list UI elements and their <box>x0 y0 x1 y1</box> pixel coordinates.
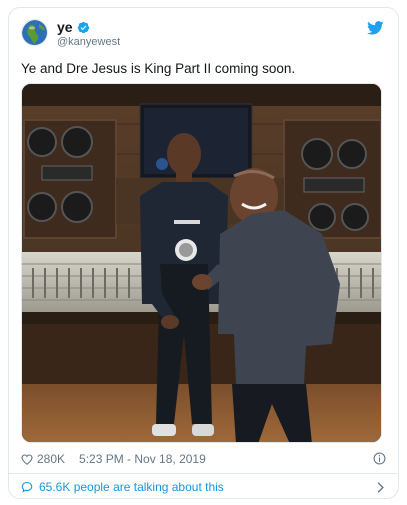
display-name[interactable]: ye <box>57 20 73 35</box>
studio-photo-image <box>22 84 381 442</box>
tweet-meta: 280K 5:23 PM - Nov 18, 2019 <box>21 450 386 468</box>
info-icon[interactable] <box>373 452 386 465</box>
conversation-link[interactable]: 65.6K people are talking about this <box>21 479 386 495</box>
like-button[interactable]: 280K <box>21 452 65 466</box>
chevron-right-icon <box>377 482 384 493</box>
tweet-photo[interactable] <box>21 83 382 443</box>
handle[interactable]: @kanyewest <box>57 36 120 49</box>
conversation-text: 65.6K people are talking about this <box>39 480 224 494</box>
verified-badge-icon <box>77 21 89 34</box>
tweet-timestamp[interactable]: 5:23 PM - Nov 18, 2019 <box>79 452 206 466</box>
like-count: 280K <box>37 452 66 466</box>
tweet-text: Ye and Dre Jesus is King Part II coming … <box>21 61 296 76</box>
heart-icon <box>21 453 33 465</box>
twitter-bird-icon[interactable] <box>367 21 384 35</box>
avatar[interactable] <box>21 19 48 46</box>
chat-bubble-icon <box>21 481 33 493</box>
tweet-header: ye @kanyewest <box>21 19 386 49</box>
globe-avatar-image <box>22 20 47 45</box>
divider <box>9 473 398 474</box>
tweet-card[interactable]: ye @kanyewest Ye and Dre Jesus is King P… <box>8 7 399 499</box>
author-names: ye @kanyewest <box>57 20 120 49</box>
